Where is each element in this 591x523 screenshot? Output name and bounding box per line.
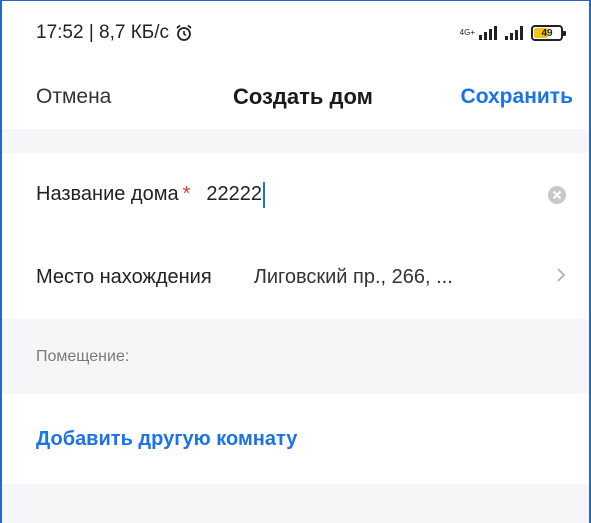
status-right: 4G+ 49	[459, 25, 566, 41]
add-room-button[interactable]: Добавить другую комнату	[36, 428, 297, 451]
section-divider	[2, 129, 589, 153]
location-label: Место нахождения	[36, 266, 212, 288]
page-title: Создать дом	[232, 84, 373, 109]
save-button[interactable]: Сохранить	[461, 85, 573, 109]
status-left: 17:52 | 8,7 КБ/с	[36, 22, 193, 44]
signal-icon	[479, 26, 497, 40]
required-mark: *	[182, 183, 191, 205]
battery-level: 49	[541, 27, 553, 39]
signal-icon-2	[505, 26, 523, 40]
location-row[interactable]: Место нахождения Лиговский пр., 266, ...	[2, 236, 589, 319]
home-name-label: Название дома	[36, 183, 179, 205]
clear-icon[interactable]	[547, 185, 567, 205]
battery-icon: 49	[531, 25, 566, 41]
chevron-right-icon	[555, 265, 567, 290]
cancel-button[interactable]: Отмена	[36, 85, 111, 109]
home-name-row[interactable]: Название дома * 22222	[2, 153, 589, 236]
text-cursor	[263, 181, 266, 208]
rooms-section-header: Помещение:	[2, 319, 589, 394]
status-time-speed: 17:52 | 8,7 КБ/с	[36, 22, 170, 43]
network-type-label: 4G+	[459, 28, 475, 37]
add-room-row: Добавить другую комнату	[2, 394, 589, 484]
home-form: Название дома * 22222 Место нахождения Л…	[2, 153, 589, 319]
location-value: Лиговский пр., 266, ...	[253, 266, 453, 288]
header-bar: Отмена Создать дом Сохранить	[2, 65, 589, 129]
status-bar: 17:52 | 8,7 КБ/с 4G+ 49	[2, 1, 589, 65]
app-screen: 17:52 | 8,7 КБ/с 4G+ 49 Отмена Создать д…	[0, 0, 591, 523]
home-name-value: 22222	[206, 183, 263, 205]
rooms-section-label: Помещение:	[36, 347, 130, 365]
home-name-input[interactable]: 22222	[206, 181, 547, 208]
alarm-icon	[175, 24, 193, 42]
